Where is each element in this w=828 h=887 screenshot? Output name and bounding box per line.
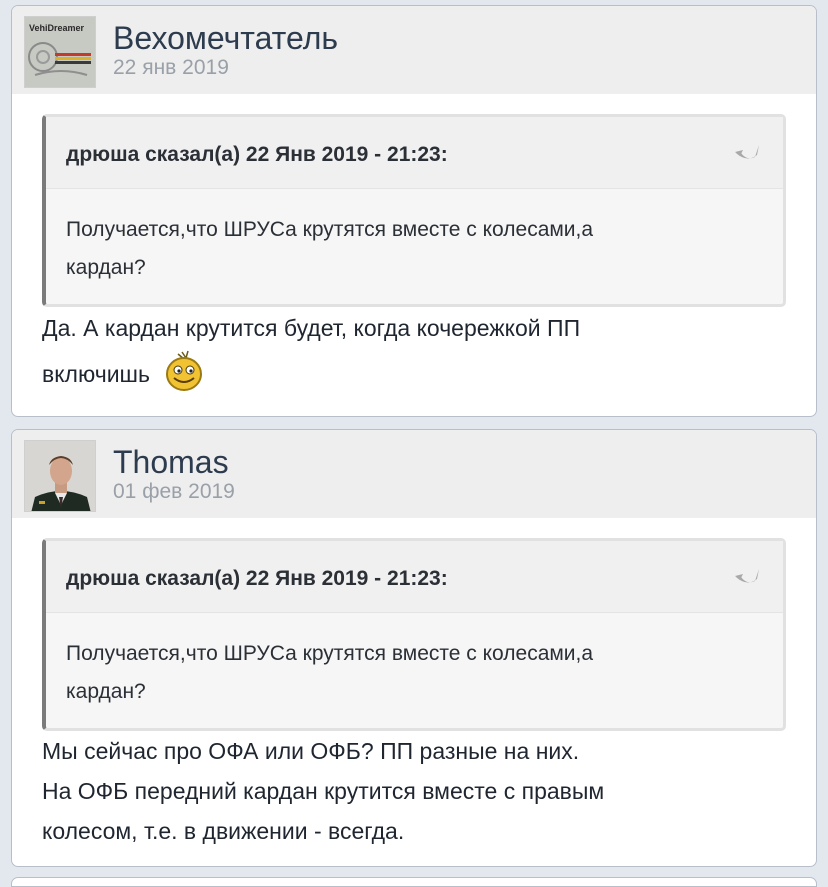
post-text-fragment: включишь: [42, 361, 150, 388]
avatar-logo-text: VehiDreamer: [29, 23, 85, 33]
post-text-line: Мы сейчас про ОФА или ОФБ? ПП разные на …: [42, 738, 580, 764]
avatar[interactable]: VehiDreamer: [24, 16, 96, 88]
avatar-image: [25, 441, 95, 511]
next-post-edge: [11, 877, 817, 887]
quote-text-line: Получается,что ШРУСа крутятся вместе с к…: [66, 642, 594, 665]
post-text-line: колесом, т.е. в движении - всегда.: [42, 818, 405, 844]
quote-text: Получается,что ШРУСа крутятся вместе с к…: [46, 189, 783, 287]
quote-header: дрюша сказал(а) 22 Янв 2019 - 21:23:: [46, 541, 783, 613]
avatar[interactable]: [24, 440, 96, 512]
post-text-line: На ОФБ передний кардан крутится вместе с…: [42, 778, 605, 804]
quote-text-line: Получается,что ШРУСа крутятся вместе с к…: [66, 218, 594, 241]
post-body: Мы сейчас про ОФА или ОФБ? ПП разные на …: [42, 731, 802, 851]
smiley-icon: [164, 348, 204, 404]
quote-text: Получается,что ШРУСа крутятся вместе с к…: [46, 613, 783, 711]
quote-text-line: кардан?: [66, 680, 146, 703]
quote-text-line: кардан?: [66, 256, 146, 279]
post-text-line: Да. А кардан крутится будет, когда кочер…: [42, 315, 581, 341]
author-name[interactable]: Вехомечтатель: [113, 20, 338, 57]
return-arrow-icon[interactable]: [733, 141, 763, 165]
post: Thomas 01 фев 2019 дрюша сказал(а) 22 Ян…: [11, 429, 817, 867]
post-date: 01 фев 2019: [113, 480, 235, 503]
post-body: Да. А кардан крутится будет, когда кочер…: [42, 308, 802, 394]
post: VehiDreamer Вехомечтатель 22 янв 2019 др…: [11, 5, 817, 417]
quote-block: дрюша сказал(а) 22 Янв 2019 - 21:23: Пол…: [42, 538, 786, 731]
quote-title: дрюша сказал(а) 22 Янв 2019 - 21:23:: [66, 143, 448, 166]
quote-header: дрюша сказал(а) 22 Янв 2019 - 21:23:: [46, 117, 783, 189]
post-header: Thomas 01 фев 2019: [12, 430, 816, 518]
quote-block: дрюша сказал(а) 22 Янв 2019 - 21:23: Пол…: [42, 114, 786, 307]
return-arrow-icon[interactable]: [733, 565, 763, 589]
quote-title: дрюша сказал(а) 22 Янв 2019 - 21:23:: [66, 567, 448, 590]
post-header: VehiDreamer Вехомечтатель 22 янв 2019: [12, 6, 816, 94]
author-name[interactable]: Thomas: [113, 444, 229, 481]
post-text-line: включишь: [42, 348, 802, 394]
post-date: 22 янв 2019: [113, 56, 229, 79]
